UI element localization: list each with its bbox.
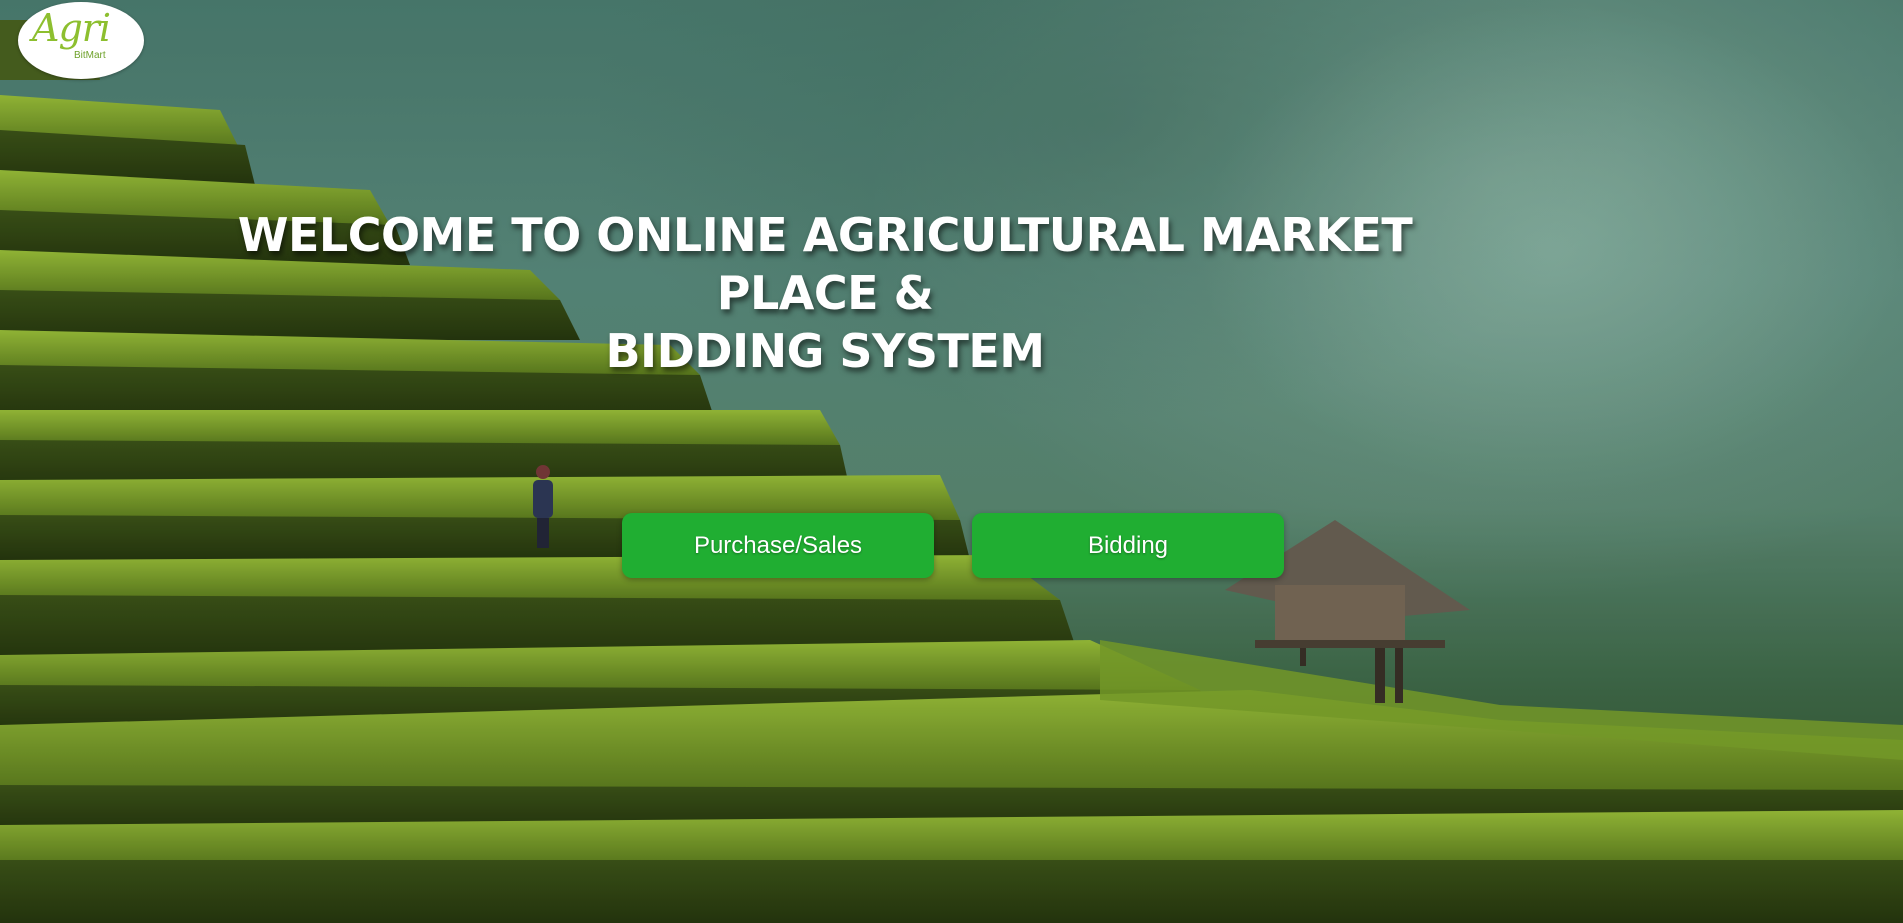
logo-main-text: Agri bbox=[32, 6, 111, 50]
logo-sub-text: BitMart bbox=[74, 50, 106, 61]
landing-page: Agri BitMart WELCOME TO ONLINE AGRICULTU… bbox=[0, 0, 1903, 923]
page-title-line-1: WELCOME TO ONLINE AGRICULTURAL MARKET PL… bbox=[237, 208, 1413, 320]
page-title: WELCOME TO ONLINE AGRICULTURAL MARKET PL… bbox=[230, 206, 1420, 380]
background-overlay bbox=[0, 0, 1903, 923]
page-title-line-2: BIDDING SYSTEM bbox=[605, 324, 1045, 378]
purchase-sales-button[interactable]: Purchase/Sales bbox=[622, 513, 934, 578]
brand-logo[interactable]: Agri BitMart bbox=[18, 2, 144, 79]
bidding-button[interactable]: Bidding bbox=[972, 513, 1284, 578]
